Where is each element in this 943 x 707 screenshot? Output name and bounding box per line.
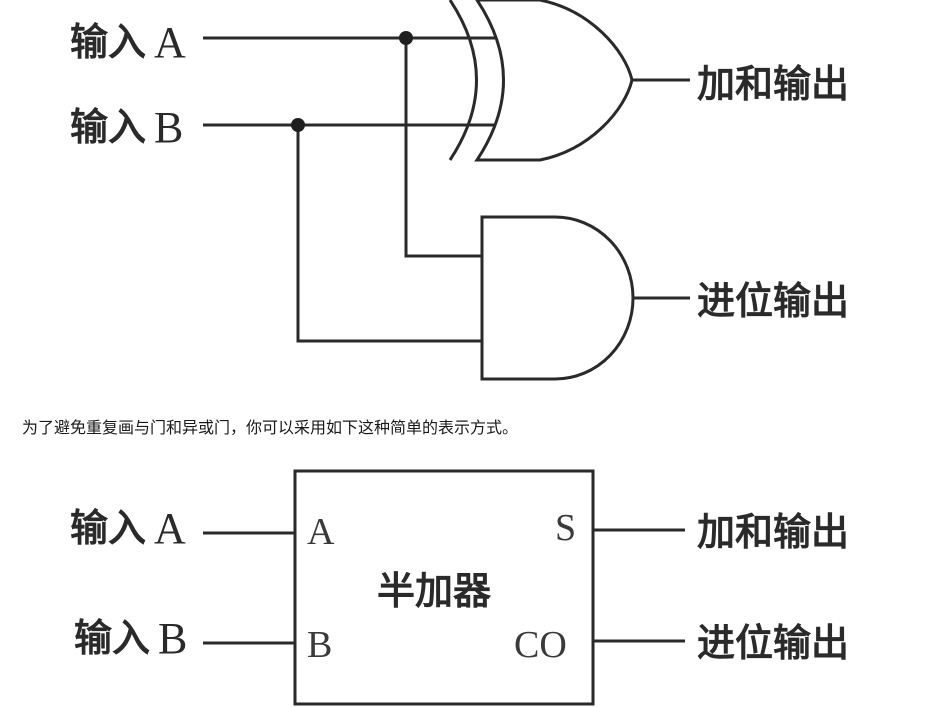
- input-b-label-cn: 输入: [70, 105, 146, 149]
- block-input-a-label-cn: 输入: [70, 506, 146, 550]
- half-adder-diagram: 输入 A 输入 B 加和输出 进位输出 输入 A 输入 B A B S CO 半…: [70, 0, 849, 706]
- block-title: 半加器: [377, 569, 492, 613]
- junction-dot-a: [399, 31, 413, 45]
- input-a-branch-wire: [404, 38, 482, 258]
- block-input-a-label-letter: A: [154, 504, 186, 553]
- input-a-label-letter: A: [154, 18, 186, 67]
- pin-co-label: CO: [514, 624, 567, 666]
- pin-a-label: A: [307, 511, 335, 553]
- block-level-circuit: 输入 A 输入 B A B S CO 半加器 加和输出 进位输出: [70, 469, 849, 706]
- block-input-b-label-cn: 输入: [74, 616, 150, 660]
- input-b-branch-wire: [296, 125, 482, 343]
- xor-gate: [474, 0, 634, 162]
- pin-s-label: S: [555, 507, 576, 549]
- block-carry-output-label: 进位输出: [697, 621, 849, 665]
- input-a-label-cn: 输入: [70, 20, 146, 64]
- sum-output-label: 加和输出: [697, 62, 849, 106]
- pin-b-label: B: [307, 624, 332, 666]
- carry-output-label: 进位输出: [697, 279, 849, 323]
- gate-level-circuit: 输入 A 输入 B 加和输出 进位输出: [70, 0, 849, 381]
- block-input-b-label-letter: B: [158, 614, 187, 663]
- xor-gate-extra-arc: [448, 0, 478, 161]
- junction-dot-b: [291, 118, 305, 132]
- input-b-label-letter: B: [154, 103, 183, 152]
- caption-text: 为了避免重复画与门和异或门，你可以采用如下这种简单的表示方式。: [22, 418, 519, 437]
- and-gate: [480, 215, 635, 381]
- block-sum-output-label: 加和输出: [697, 510, 849, 554]
